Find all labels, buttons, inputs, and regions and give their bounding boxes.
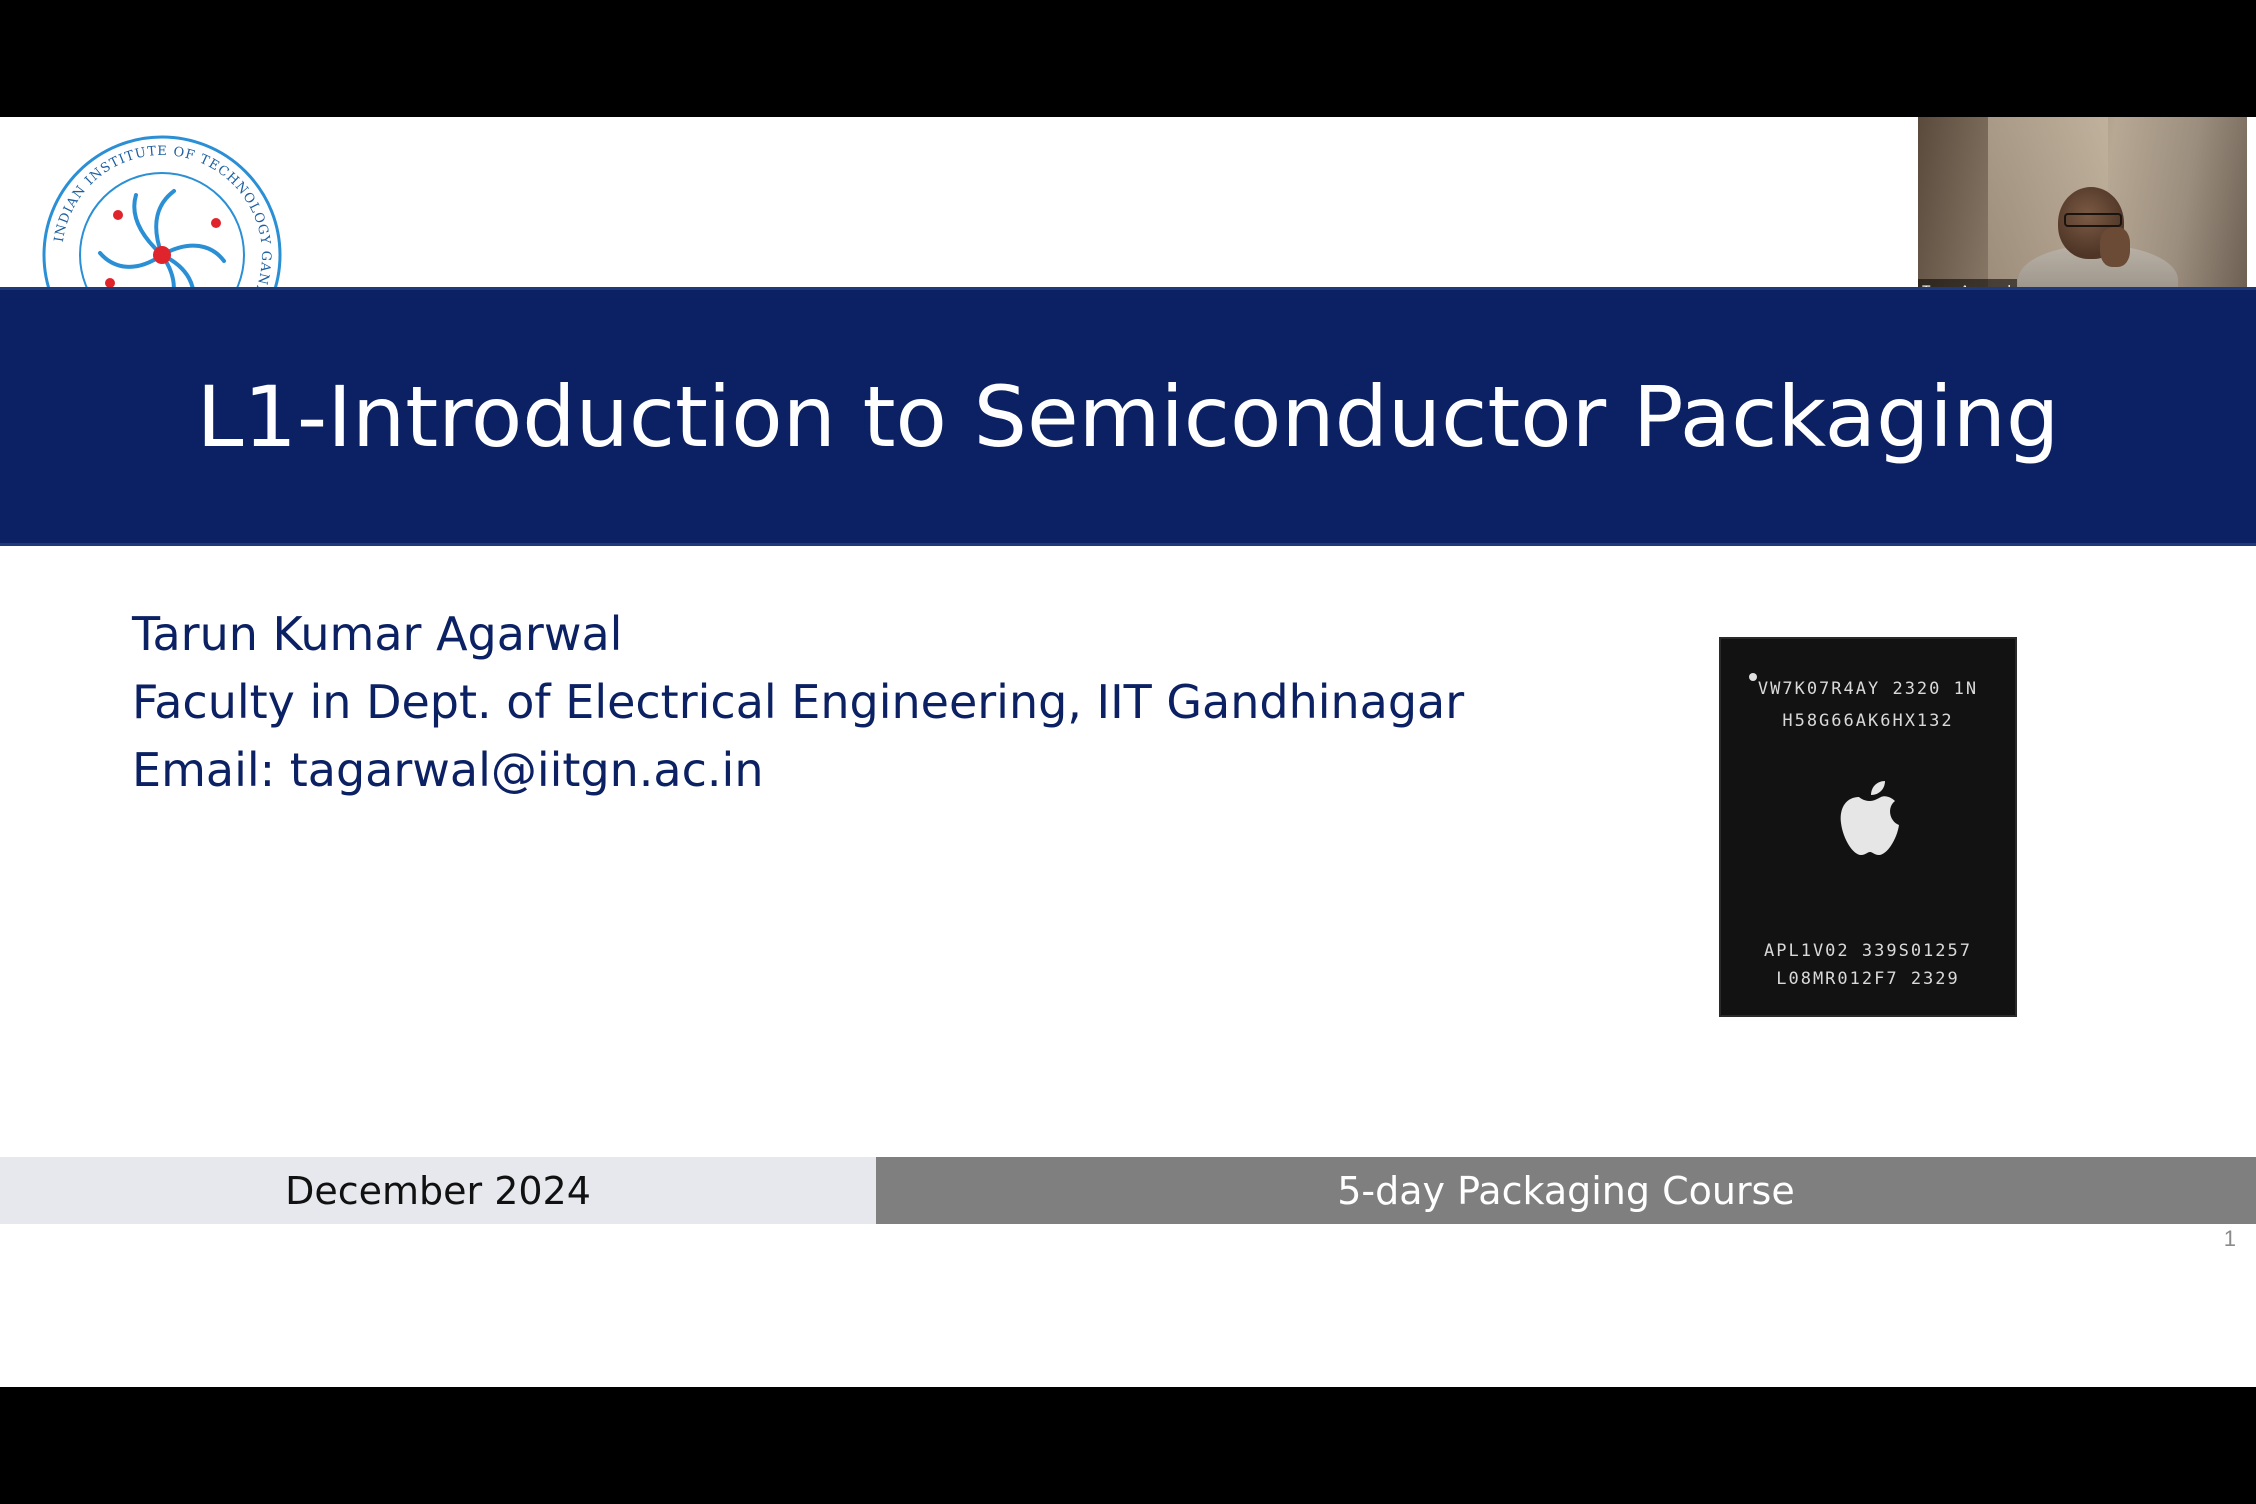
participant-hand [2100, 227, 2130, 267]
chip-image: VW7K07R4AY 2320 1N H58G66AK6HX132 APL1V0… [1719, 637, 2017, 1017]
page-number: 1 [2223, 1226, 2236, 1251]
title-band: L1-Introduction to Semiconductor Packagi… [0, 287, 2256, 546]
author-block: Tarun Kumar Agarwal Faculty in Dept. of … [132, 600, 1464, 804]
participant-glasses [2064, 213, 2122, 227]
author-name: Tarun Kumar Agarwal [132, 607, 623, 661]
presentation-slide: INDIAN INSTITUTE OF TECHNOLOGY GANDHINAG… [0, 117, 2256, 1387]
chip-marking-line3: APL1V02 339S01257 [1764, 941, 1972, 961]
author-email: Email: tagarwal@iitgn.ac.in [132, 743, 764, 797]
chip-marking-line4: L08MR012F7 2329 [1776, 969, 1960, 989]
footer-date-text: December 2024 [285, 1168, 591, 1213]
slide-title: L1-Introduction to Semiconductor Packagi… [196, 367, 2060, 466]
participant-video-tile[interactable]: Tarun Agrawal [1918, 117, 2247, 302]
apple-logo-icon [1840, 781, 1899, 855]
chip-marking-line1: VW7K07R4AY 2320 1N [1757, 679, 1979, 699]
screen: INDIAN INSTITUTE OF TECHNOLOGY GANDHINAG… [0, 0, 2256, 1504]
author-affiliation: Faculty in Dept. of Electrical Engineeri… [132, 675, 1465, 729]
footer-course-text: 5-day Packaging Course [1337, 1168, 1795, 1213]
footer-course: 5-day Packaging Course [876, 1157, 2256, 1224]
chip-marking-line2: H58G66AK6HX132 [1782, 711, 1954, 731]
footer-date: December 2024 [0, 1157, 876, 1224]
